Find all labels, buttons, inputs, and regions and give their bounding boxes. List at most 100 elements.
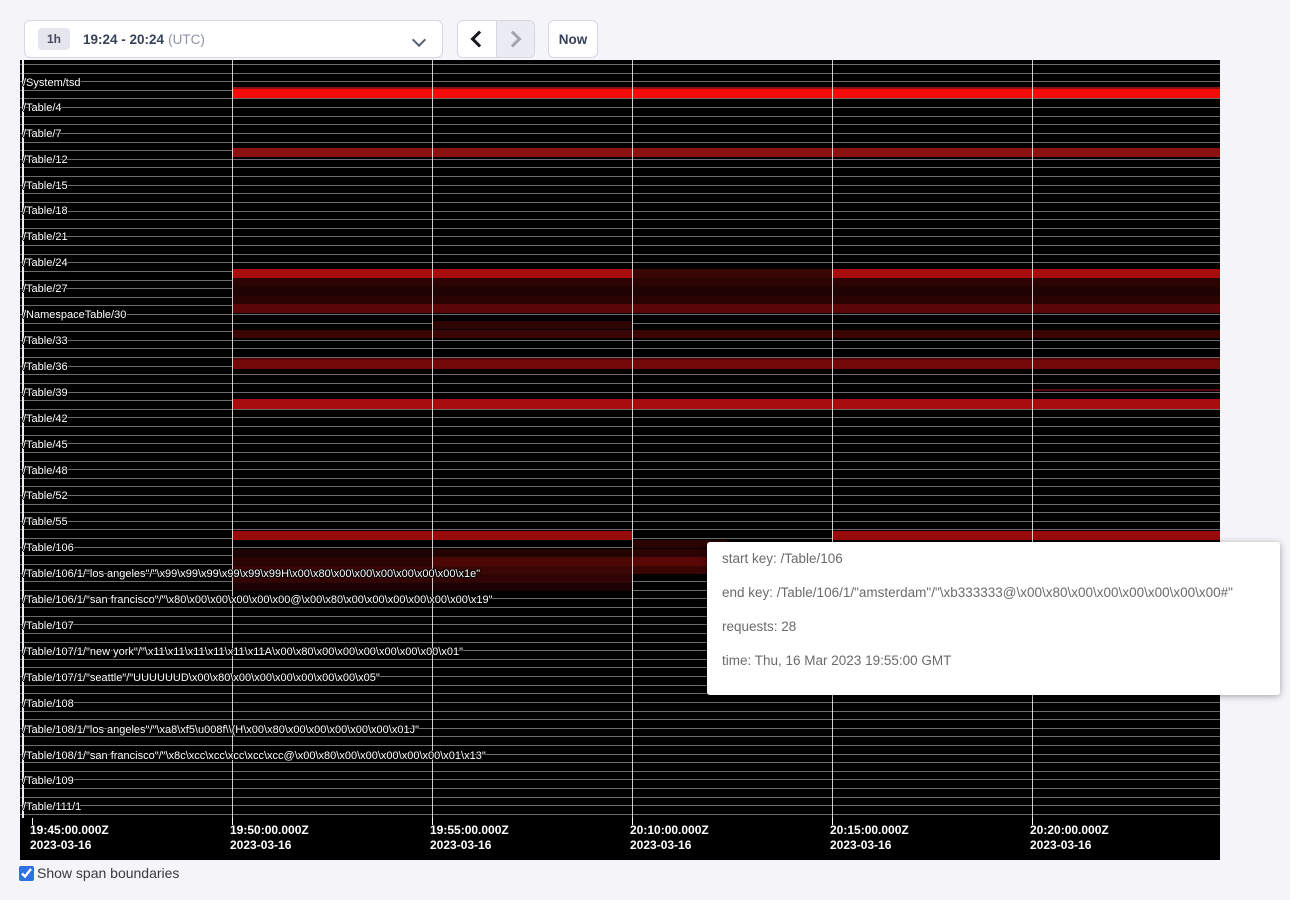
time-range-picker[interactable]: 1h 19:24 - 20:24 (UTC) (24, 20, 443, 58)
span-label: /Table/4 (23, 102, 62, 114)
span-boundary-hairline (20, 98, 1220, 99)
span-label: /Table/109 (23, 775, 74, 787)
span-label: /Table/12 (23, 154, 68, 166)
time-gridline (832, 60, 833, 818)
span-boundary-hairline (20, 504, 1220, 505)
heat-cell[interactable] (432, 557, 632, 566)
span-boundary-hairline (20, 228, 1220, 229)
heat-cell[interactable] (232, 148, 1220, 157)
span-boundary-hairline (20, 202, 1220, 203)
span-boundary-hairline (20, 392, 1220, 393)
span-boundary-hairline (20, 417, 1220, 418)
heat-cell[interactable] (232, 89, 1220, 98)
span-label: /Table/42 (23, 413, 68, 425)
span-label: /Table/18 (23, 205, 68, 217)
heat-cell[interactable] (232, 287, 1220, 296)
span-boundary-hairline (20, 771, 1220, 772)
span-label: /Table/21 (23, 231, 68, 243)
heat-cell[interactable] (232, 330, 1220, 338)
time-gridline (432, 60, 433, 818)
heat-cell[interactable] (832, 269, 1220, 278)
span-label: /Table/106/1/"san francisco"/"\x80\x00\x… (23, 594, 493, 606)
span-boundary-hairline (20, 702, 1220, 703)
span-boundary-hairline (20, 340, 1220, 341)
span-boundary-hairline (20, 426, 1220, 427)
axis-tick-date: 2023-03-16 (230, 838, 291, 852)
span-boundary-hairline (20, 435, 1220, 436)
axis-tick-time: 20:15:00.000Z (830, 823, 909, 837)
span-label: /Table/107/1/"new york"/"\x11\x11\x11\x1… (23, 646, 463, 658)
key-visualizer-page: 1h 19:24 - 20:24 (UTC) Now /System/tsd/T… (0, 0, 1290, 900)
previous-range-button[interactable] (458, 21, 497, 57)
next-range-button-disabled[interactable] (497, 21, 535, 57)
span-boundary-hairline (20, 219, 1220, 220)
span-label: /Table/55 (23, 516, 68, 528)
heat-cell[interactable] (232, 296, 1220, 304)
span-label: /Table/27 (23, 283, 68, 295)
span-boundary-hairline (20, 374, 1220, 375)
heat-cell[interactable] (232, 549, 432, 557)
time-nav-group (457, 20, 535, 58)
span-boundary-hairline (20, 762, 1220, 763)
span-label: /Table/111/1 (23, 801, 81, 813)
span-boundary-hairline (20, 469, 1220, 470)
span-boundary-hairline (20, 211, 1220, 212)
chevron-left-icon (470, 31, 487, 48)
axis-tick-date: 2023-03-16 (30, 838, 91, 852)
span-label: /Table/45 (23, 439, 68, 451)
heat-cell[interactable] (232, 360, 1220, 369)
span-boundary-hairline (20, 348, 1220, 349)
span-boundary-hairline (20, 711, 1220, 712)
heat-cell[interactable] (632, 269, 832, 278)
time-gridline (232, 60, 233, 818)
heat-cell[interactable] (232, 304, 1220, 313)
span-boundary-hairline (20, 245, 1220, 246)
span-boundary-hairline (20, 814, 1220, 815)
heat-cell[interactable] (232, 557, 432, 566)
span-boundary-hairline (20, 193, 1220, 194)
heatmap-canvas[interactable]: /System/tsd/Table/4/Table/7/Table/12/Tab… (20, 60, 1220, 860)
span-boundary-hairline (20, 512, 1220, 513)
heat-cell[interactable] (832, 531, 1220, 540)
tooltip-requests: requests: 28 (722, 620, 1280, 634)
axis-tick-date: 2023-03-16 (830, 838, 891, 852)
span-boundary-hairline (20, 159, 1220, 160)
heat-cell[interactable] (1032, 389, 1220, 391)
span-boundary-hairline (20, 262, 1220, 263)
heat-cell[interactable] (232, 399, 1220, 409)
span-label: /Table/106/1/"los angeles"/"\x99\x99\x99… (23, 568, 480, 580)
span-boundary-hairline (20, 383, 1220, 384)
now-button[interactable]: Now (548, 20, 598, 58)
show-span-boundaries-label[interactable]: Show span boundaries (37, 865, 179, 881)
span-label: /Table/108 (23, 698, 74, 710)
span-boundary-hairline (20, 185, 1220, 186)
span-boundary-hairline (20, 788, 1220, 789)
span-boundary-hairline (20, 486, 1220, 487)
heat-cell[interactable] (232, 278, 1220, 287)
span-label: /Table/108/1/"san francisco"/"\x8c\xcc\x… (23, 750, 486, 762)
chevron-right-icon (505, 31, 522, 48)
span-boundary-hairline (20, 797, 1220, 798)
span-boundary-hairline (20, 314, 1220, 315)
span-label: /Table/106 (23, 542, 74, 554)
span-label: /Table/24 (23, 257, 68, 269)
span-boundary-hairline (20, 64, 1220, 65)
span-boundary-hairline (20, 107, 1220, 108)
heat-cell[interactable] (432, 549, 632, 557)
show-span-boundaries-checkbox[interactable] (19, 866, 34, 881)
span-label: /Table/107/1/"seattle"/"UUUUUUD\x00\x80\… (23, 672, 380, 684)
span-label: /Table/7 (23, 128, 62, 140)
span-boundary-hairline (20, 736, 1220, 737)
axis-tick-time: 19:45:00.000Z (30, 823, 109, 837)
axis-tick-time: 19:55:00.000Z (430, 823, 509, 837)
span-boundary-hairline (20, 443, 1220, 444)
span-boundary-hairline (20, 124, 1220, 125)
span-boundary-hairline (20, 167, 1220, 168)
duration-badge: 1h (38, 28, 70, 50)
heat-cell[interactable] (432, 321, 632, 329)
span-label: /Table/33 (23, 335, 68, 347)
axis-tick-date: 2023-03-16 (1030, 838, 1091, 852)
span-label: /Table/48 (23, 465, 68, 477)
axis-tick-date: 2023-03-16 (430, 838, 491, 852)
span-boundary-hairline (20, 495, 1220, 496)
